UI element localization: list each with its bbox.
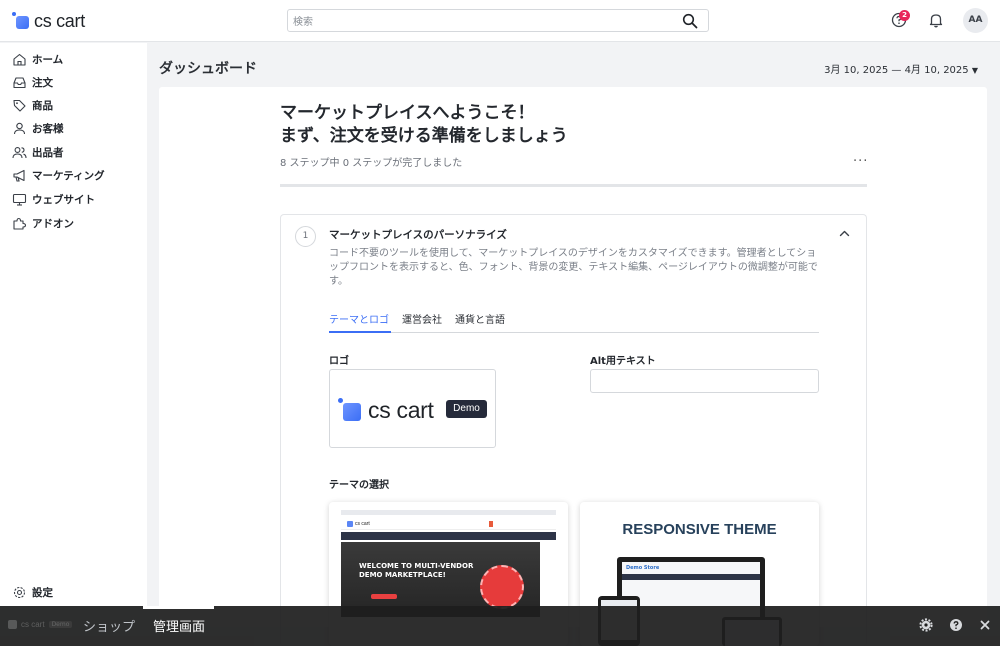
alt-text-input[interactable] — [590, 369, 819, 393]
active-tab-indicator — [329, 331, 391, 333]
progress-bar — [280, 184, 867, 187]
sidebar-item-label: 注文 — [32, 76, 53, 89]
tab-currency-language[interactable]: 通貨と言語 — [455, 311, 505, 326]
sidebar-item-label: 商品 — [32, 99, 53, 112]
sidebar-item-website[interactable]: ウェブサイト — [0, 188, 147, 210]
logo-mark-icon — [8, 620, 17, 629]
top-header: cs cart 2 AA — [0, 0, 1000, 42]
bottom-logo: cs cart Demo — [8, 620, 73, 629]
store-logo-image: cs cart — [338, 396, 434, 424]
step-title[interactable]: マーケットプレイスのパーソナライズ — [329, 227, 507, 242]
step-tabs: テーマとロゴ 運営会社 通貨と言語 — [329, 308, 819, 333]
close-icon[interactable] — [978, 618, 992, 632]
sidebar-item-label: ウェブサイト — [32, 193, 95, 206]
tab-theme-logo[interactable]: テーマとロゴ — [329, 311, 389, 326]
store-logo-text: cs cart — [368, 396, 434, 423]
sidebar-item-addons[interactable]: アドオン — [0, 212, 147, 234]
sidebar-item-products[interactable]: 商品 — [0, 94, 147, 116]
sidebar: ホーム 注文 商品 お客様 出品者 マーケティング ウェブサイト アドオン 設定 — [0, 43, 147, 606]
theme1-headline-2: DEMO MARKETPLACE! — [359, 571, 446, 579]
puzzle-icon — [13, 217, 27, 230]
search-icon[interactable] — [682, 13, 698, 29]
chevron-up-icon[interactable] — [838, 227, 851, 240]
alt-text-label: Alt用テキスト — [590, 356, 656, 367]
logo-text: cs cart — [34, 10, 85, 31]
home-icon — [13, 53, 26, 66]
tab-company[interactable]: 運営会社 — [402, 311, 442, 326]
steps-progress-text: 8 ステップ中 0 ステップが完了しました — [280, 158, 463, 169]
sidebar-item-label: アドオン — [32, 217, 74, 230]
theme2-title: RESPONSIVE THEME — [622, 521, 777, 538]
tab-storefront[interactable]: ショップ — [83, 616, 135, 635]
megaphone-icon — [13, 169, 25, 182]
sidebar-item-label: 出品者 — [32, 146, 64, 159]
sidebar-item-label: お客様 — [32, 122, 64, 135]
search-box[interactable] — [287, 9, 709, 33]
logo-label: ロゴ — [329, 356, 349, 367]
bottom-demo-badge: Demo — [48, 621, 73, 628]
page-title: ダッシュボード — [159, 61, 257, 77]
welcome-subtitle: まず、注文を受ける準備をしましょう — [280, 126, 568, 146]
welcome-title: マーケットプレイスへようこそ！ — [280, 103, 535, 123]
bottom-active-indicator — [143, 606, 214, 609]
step-number: 1 — [295, 226, 316, 247]
sidebar-item-orders[interactable]: 注文 — [0, 71, 147, 93]
tag-icon — [13, 99, 26, 112]
sidebar-item-marketing[interactable]: マーケティング — [0, 164, 147, 186]
logo-mark-icon — [12, 12, 30, 30]
inbox-icon — [13, 76, 26, 88]
date-range-text: 3月 10, 2025 — 4月 10, 2025 — [824, 65, 969, 76]
theme2-store-label: Demo Store — [626, 565, 660, 571]
user-icon — [13, 122, 26, 134]
tab-admin[interactable]: 管理画面 — [153, 616, 205, 635]
notification-badge: 2 — [899, 10, 910, 21]
search-input[interactable] — [288, 12, 668, 33]
help-icon[interactable] — [949, 618, 963, 632]
gear-icon — [13, 586, 26, 598]
app-logo[interactable]: cs cart — [12, 11, 85, 31]
bottom-logo-text: cs cart — [21, 620, 45, 629]
sidebar-item-home[interactable]: ホーム — [0, 48, 147, 70]
theme1-headline-1: WELCOME TO MULTI-VENDOR — [359, 562, 474, 570]
sidebar-item-settings[interactable]: 設定 — [0, 581, 147, 603]
sidebar-item-customers[interactable]: お客様 — [0, 117, 147, 139]
date-range-picker[interactable]: 3月 10, 2025 — 4月 10, 2025 ▼ — [824, 61, 978, 76]
demo-badge: Demo — [446, 400, 487, 418]
theme1-logo-text: cs cart — [355, 521, 370, 527]
theme-select-label: テーマの選択 — [329, 480, 389, 491]
sidebar-item-vendors[interactable]: 出品者 — [0, 141, 147, 163]
avatar[interactable]: AA — [963, 8, 988, 33]
step-description: コード不要のツールを使用して、マーケットプレイスのデザインをカスタマイズできます… — [329, 248, 818, 287]
logo-mark-icon — [338, 398, 362, 422]
caret-down-icon: ▼ — [971, 66, 978, 75]
bottom-bar: cs cart Demo ショップ 管理画面 — [0, 606, 1000, 646]
sidebar-item-label: ホーム — [32, 53, 64, 66]
bell-icon[interactable] — [927, 11, 945, 29]
more-options-button[interactable]: ··· — [853, 155, 871, 170]
users-icon — [12, 146, 27, 158]
monitor-icon — [12, 193, 27, 206]
sidebar-item-label: マーケティング — [32, 169, 105, 182]
gear-icon[interactable] — [919, 618, 933, 632]
sidebar-item-label: 設定 — [32, 586, 53, 599]
